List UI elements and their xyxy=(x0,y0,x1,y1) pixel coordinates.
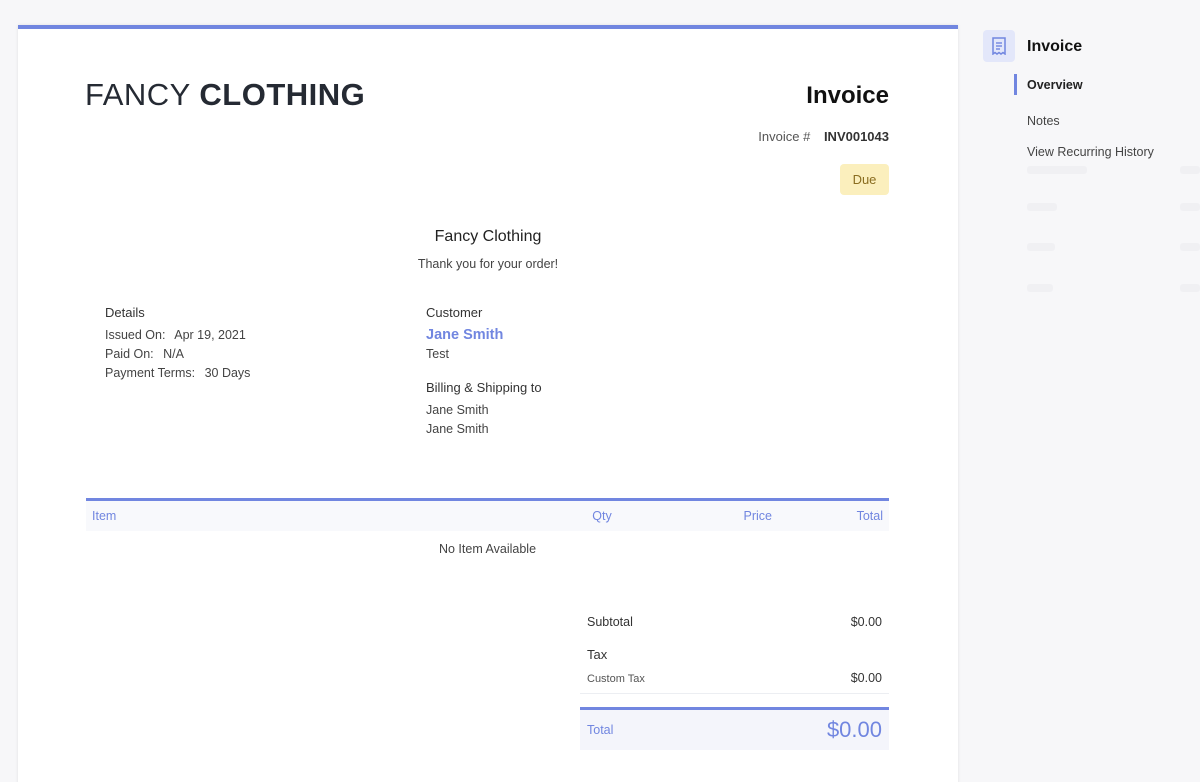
sidebar-nav: Overview Notes View Recurring History xyxy=(1014,74,1154,167)
company-name: Fancy Clothing xyxy=(434,228,542,245)
invoice-card: FANCY CLOTHING Invoice Invoice # INV0010… xyxy=(18,25,958,782)
faded-placeholder xyxy=(1027,203,1057,211)
issued-on-value: Apr 19, 2021 xyxy=(174,328,246,342)
custom-tax-label: Custom Tax xyxy=(587,673,645,685)
billing-line: Jane Smith xyxy=(426,403,489,417)
sidebar-title: Invoice xyxy=(1027,38,1083,55)
customer-name-link[interactable]: Jane Smith xyxy=(426,326,542,345)
subtotal-value: $0.00 xyxy=(850,615,882,629)
column-total: Total xyxy=(856,509,883,523)
logo-light-text: FANCY xyxy=(85,77,191,112)
faded-placeholder xyxy=(1180,166,1200,174)
total-row: Total $0.00 xyxy=(580,707,889,750)
faded-placeholder xyxy=(1027,166,1087,174)
payment-terms-label: Payment Terms: xyxy=(105,366,196,380)
invoice-number: Invoice # INV001043 xyxy=(758,129,889,144)
subtotal-label: Subtotal xyxy=(587,615,633,629)
sidebar-item-recurring-history[interactable]: View Recurring History xyxy=(1014,136,1154,167)
items-table: Item Qty Price Total No Item Available xyxy=(86,498,889,556)
custom-tax-row: Custom Tax $0.00 xyxy=(580,662,889,694)
tax-row: Tax xyxy=(580,637,889,662)
details-heading: Details xyxy=(105,305,145,320)
receipt-icon xyxy=(983,30,1015,62)
empty-items-message: No Item Available xyxy=(438,542,537,556)
payment-terms-row: Payment Terms: 30 Days xyxy=(105,364,250,383)
faded-placeholder xyxy=(1180,203,1200,211)
faded-placeholder xyxy=(1180,284,1200,292)
details-section: Details Issued On: Apr 19, 2021 Paid On:… xyxy=(105,303,250,383)
subtotal-row: Subtotal $0.00 xyxy=(580,607,889,637)
paid-on-value: N/A xyxy=(163,347,184,361)
sidebar-item-notes[interactable]: Notes xyxy=(1014,105,1154,136)
items-table-header: Item Qty Price Total xyxy=(86,498,889,531)
payment-terms-value: 30 Days xyxy=(204,366,251,380)
column-price: Price xyxy=(743,509,772,523)
custom-tax-value: $0.00 xyxy=(850,671,882,685)
issued-on-label: Issued On: xyxy=(105,328,166,342)
faded-placeholder xyxy=(1180,243,1200,251)
faded-placeholder xyxy=(1027,284,1053,292)
paid-on-row: Paid On: N/A xyxy=(105,345,250,364)
totals-section: Subtotal $0.00 Tax Custom Tax $0.00 Tota… xyxy=(580,607,889,750)
total-label: Total xyxy=(587,723,614,737)
sidebar-item-overview[interactable]: Overview xyxy=(1014,74,1154,95)
billing-heading: Billing & Shipping to xyxy=(426,380,542,395)
logo-bold-text: CLOTHING xyxy=(199,77,366,112)
issued-on-row: Issued On: Apr 19, 2021 xyxy=(105,326,250,345)
customer-section: Customer Jane Smith Test Billing & Shipp… xyxy=(426,303,542,439)
customer-heading: Customer xyxy=(426,305,483,320)
column-item: Item xyxy=(92,509,117,523)
paid-on-label: Paid On: xyxy=(105,347,154,361)
column-qty: Qty xyxy=(592,509,612,523)
company-logo: FANCY CLOTHING xyxy=(85,77,365,113)
invoice-number-label: Invoice # xyxy=(758,129,811,144)
thank-you-message: Thank you for your order! xyxy=(417,257,559,271)
total-value: $0.00 xyxy=(826,717,882,742)
shipping-line: Jane Smith xyxy=(426,422,489,436)
faded-placeholder xyxy=(1027,243,1055,251)
invoice-title: Invoice xyxy=(806,82,889,109)
status-badge: Due xyxy=(840,164,889,195)
tax-label: Tax xyxy=(587,647,608,662)
invoice-number-value: INV001043 xyxy=(823,129,889,144)
customer-note: Test xyxy=(426,347,449,361)
